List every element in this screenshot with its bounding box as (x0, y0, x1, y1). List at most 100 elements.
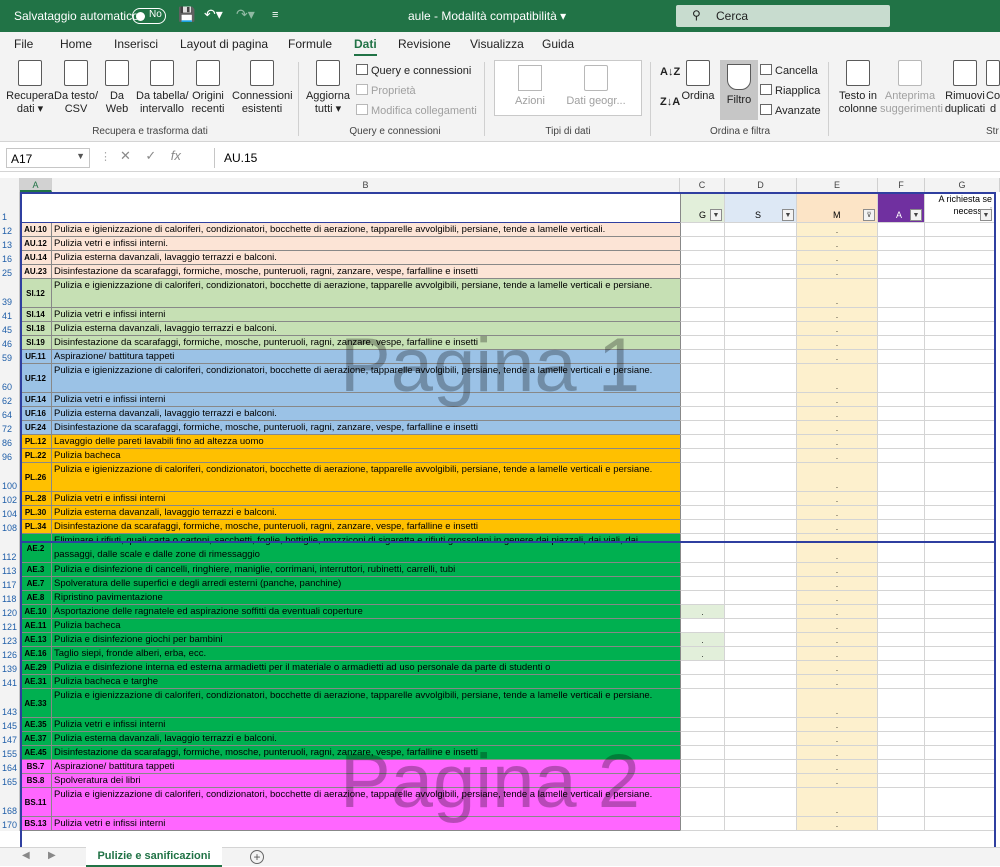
cell-g[interactable]: . (680, 647, 725, 661)
da-web-button[interactable]: Da Web (100, 60, 134, 116)
row-number[interactable]: 113 (0, 563, 20, 577)
row-number[interactable]: 165 (0, 774, 20, 788)
table-row[interactable]: 121 AE.11 Pulizia bacheca. (0, 619, 1000, 633)
code-cell[interactable]: AE.10 (20, 605, 52, 619)
cell-a-richiesta[interactable] (925, 661, 995, 675)
table-row[interactable]: 117 AE.7 Spolveratura delle superfici e de… (0, 577, 1000, 591)
cancella-button[interactable]: Cancella (760, 64, 818, 77)
row-number[interactable]: 118 (0, 591, 20, 605)
table-row[interactable]: 165 BS.8 Spolveratura dei libri. (0, 774, 1000, 788)
cell-a[interactable] (878, 774, 925, 788)
cell-s[interactable] (725, 223, 797, 237)
row-number[interactable]: 143 (0, 689, 20, 718)
cell-s[interactable] (725, 421, 797, 435)
table-row[interactable]: 25 AU.23 Disinfestazione da scarafaggi, fo… (0, 265, 1000, 279)
autosave-toggle[interactable]: No (132, 8, 166, 24)
table-row[interactable]: 102 PL.28 Pulizia vetri e infissi interni. (0, 492, 1000, 506)
cell-s[interactable] (725, 279, 797, 308)
row-number[interactable]: 86 (0, 435, 20, 449)
code-cell[interactable]: AE.16 (20, 647, 52, 661)
code-cell[interactable]: AE.31 (20, 675, 52, 689)
cell-s[interactable] (725, 718, 797, 732)
prev-sheet-icon[interactable]: ◀ (22, 850, 30, 861)
cell-g[interactable] (680, 223, 725, 237)
row-number[interactable]: 25 (0, 265, 20, 279)
row-number[interactable]: 46 (0, 336, 20, 350)
description-cell[interactable]: Pulizia e igienizzazione di caloriferi, … (52, 223, 680, 237)
cell-g[interactable] (680, 563, 725, 577)
table-row[interactable]: 168 BS.11 Pulizia e igienizzazione di calo… (0, 788, 1000, 817)
description-cell[interactable]: Disinfestazione da scarafaggi, formiche,… (52, 336, 680, 350)
cell-s[interactable] (725, 265, 797, 279)
description-cell[interactable]: Spolveratura dei libri (52, 774, 680, 788)
description-cell[interactable]: Asportazione delle ragnatele ed aspirazi… (52, 605, 680, 619)
cell-a-richiesta[interactable] (925, 421, 995, 435)
cell-a-richiesta[interactable] (925, 633, 995, 647)
cell-g[interactable] (680, 817, 725, 831)
cell-g[interactable] (680, 520, 725, 534)
cell-m[interactable]: . (797, 251, 878, 265)
code-cell[interactable]: UF.11 (20, 350, 52, 364)
table-row[interactable]: 59 UF.11 Aspirazione/ battitura tappeti. (0, 350, 1000, 364)
cell-g[interactable] (680, 534, 725, 563)
tab-file[interactable]: File (14, 37, 33, 51)
proprieta-button[interactable]: Proprietà (356, 84, 416, 97)
convalida-button[interactable]: Co d (986, 60, 1000, 116)
column-header-b[interactable]: B (52, 178, 680, 192)
code-cell[interactable]: SI.18 (20, 322, 52, 336)
cell-s[interactable] (725, 577, 797, 591)
description-cell[interactable]: Aspirazione/ battitura tappeti (52, 350, 680, 364)
cell-m[interactable]: . (797, 435, 878, 449)
table-row[interactable]: 64 UF.16 Pulizia esterna davanzali, lavagg… (0, 407, 1000, 421)
cell-s[interactable] (725, 675, 797, 689)
cell-g[interactable] (680, 265, 725, 279)
table-row[interactable]: 118 AE.8 Ripristino pavimentazione. (0, 591, 1000, 605)
cell-g[interactable] (680, 279, 725, 308)
row-number[interactable]: 64 (0, 407, 20, 421)
cell-m[interactable]: . (797, 449, 878, 463)
cell-g[interactable] (680, 322, 725, 336)
code-cell[interactable]: AE.29 (20, 661, 52, 675)
cell-s[interactable] (725, 647, 797, 661)
cell-g[interactable] (680, 364, 725, 393)
cell-m[interactable]: . (797, 577, 878, 591)
cell-m[interactable]: . (797, 279, 878, 308)
cell-s[interactable] (725, 350, 797, 364)
row-number[interactable]: 121 (0, 619, 20, 633)
cell-s[interactable] (725, 619, 797, 633)
cell-g[interactable] (680, 760, 725, 774)
cell-m[interactable]: . (797, 746, 878, 760)
cell-a-richiesta[interactable] (925, 279, 995, 308)
table-row[interactable]: 16 AU.14 Pulizia esterna davanzali, lavagg… (0, 251, 1000, 265)
formula-input[interactable]: AU.15 (224, 151, 257, 165)
table-row[interactable]: 39 SI.12 Pulizia e igienizzazione di calor… (0, 279, 1000, 308)
cell-m[interactable]: . (797, 633, 878, 647)
cell-a[interactable] (878, 435, 925, 449)
table-row[interactable]: 112 AE.2 Eliminare i rifiuti, quali carta … (0, 534, 1000, 563)
recupera-dati-button[interactable]: Recupera dati ▾ (6, 60, 54, 116)
origini-recenti-button[interactable]: Origini recenti (188, 60, 228, 116)
cell-s[interactable] (725, 407, 797, 421)
cell-s[interactable] (725, 591, 797, 605)
table-row[interactable]: 143 AE.33 Pulizia e igienizzazione di calo… (0, 689, 1000, 718)
code-cell[interactable]: SI.12 (20, 279, 52, 308)
description-cell[interactable]: Pulizia vetri e infissi interni (52, 817, 680, 831)
row-number[interactable]: 112 (0, 534, 20, 563)
table-row[interactable]: 86 PL.12 Lavaggio delle pareti lavabili fi… (0, 435, 1000, 449)
description-cell[interactable]: Eliminare i rifiuti, quali carta o carto… (52, 534, 680, 563)
description-cell[interactable]: Disinfestazione da scarafaggi, formiche,… (52, 520, 680, 534)
cell-m[interactable]: . (797, 393, 878, 407)
cell-m[interactable]: . (797, 605, 878, 619)
row-number[interactable]: 155 (0, 746, 20, 760)
cell-a-richiesta[interactable] (925, 449, 995, 463)
cell-m[interactable]: . (797, 421, 878, 435)
cell-a-richiesta[interactable] (925, 520, 995, 534)
description-cell[interactable]: Lavaggio delle pareti lavabili fino ad a… (52, 435, 680, 449)
redo-icon[interactable]: ↷▾ (236, 6, 255, 23)
code-cell[interactable]: BS.11 (20, 788, 52, 817)
code-cell[interactable]: AE.45 (20, 746, 52, 760)
cell-m[interactable]: . (797, 322, 878, 336)
code-cell[interactable]: AU.23 (20, 265, 52, 279)
cell-g[interactable] (680, 788, 725, 817)
cell-a[interactable] (878, 619, 925, 633)
